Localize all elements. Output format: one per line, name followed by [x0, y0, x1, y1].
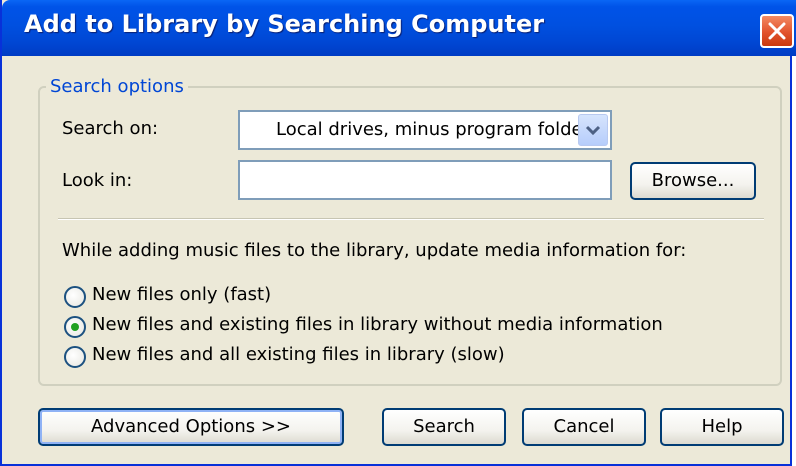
search-options-legend: Search options [46, 76, 188, 97]
separator [58, 218, 764, 220]
radio-selected-dot [71, 323, 79, 331]
look-in-label: Look in: [62, 170, 133, 191]
search-on-value: Local drives, minus program folders [276, 119, 600, 140]
radio-label-new-and-existing-without-info[interactable]: New files and existing files in library … [92, 314, 663, 335]
browse-button[interactable]: Browse... [630, 162, 756, 200]
radio-new-and-existing-without-info[interactable] [64, 316, 86, 338]
window-title: Add to Library by Searching Computer [24, 10, 545, 38]
chevron-down-icon [585, 125, 601, 136]
search-button[interactable]: Search [382, 408, 506, 446]
dialog-window: Add to Library by Searching Computer Sea… [0, 0, 796, 466]
close-icon [768, 22, 786, 40]
radio-new-files-only[interactable] [64, 286, 86, 308]
search-on-dropdown[interactable]: Local drives, minus program folders [238, 110, 612, 150]
help-button[interactable]: Help [660, 408, 784, 446]
dropdown-button[interactable] [578, 114, 608, 146]
look-in-field[interactable] [238, 160, 612, 200]
cancel-button[interactable]: Cancel [522, 408, 646, 446]
close-button[interactable] [760, 14, 794, 48]
radio-label-new-files-only[interactable]: New files only (fast) [92, 284, 271, 305]
title-bar[interactable]: Add to Library by Searching Computer [2, 0, 796, 56]
update-info-prompt: While adding music files to the library,… [62, 240, 687, 261]
advanced-options-button[interactable]: Advanced Options >> [38, 408, 344, 446]
search-on-label: Search on: [62, 118, 159, 139]
radio-new-and-all-existing[interactable] [64, 346, 86, 368]
radio-label-new-and-all-existing[interactable]: New files and all existing files in libr… [92, 344, 505, 365]
